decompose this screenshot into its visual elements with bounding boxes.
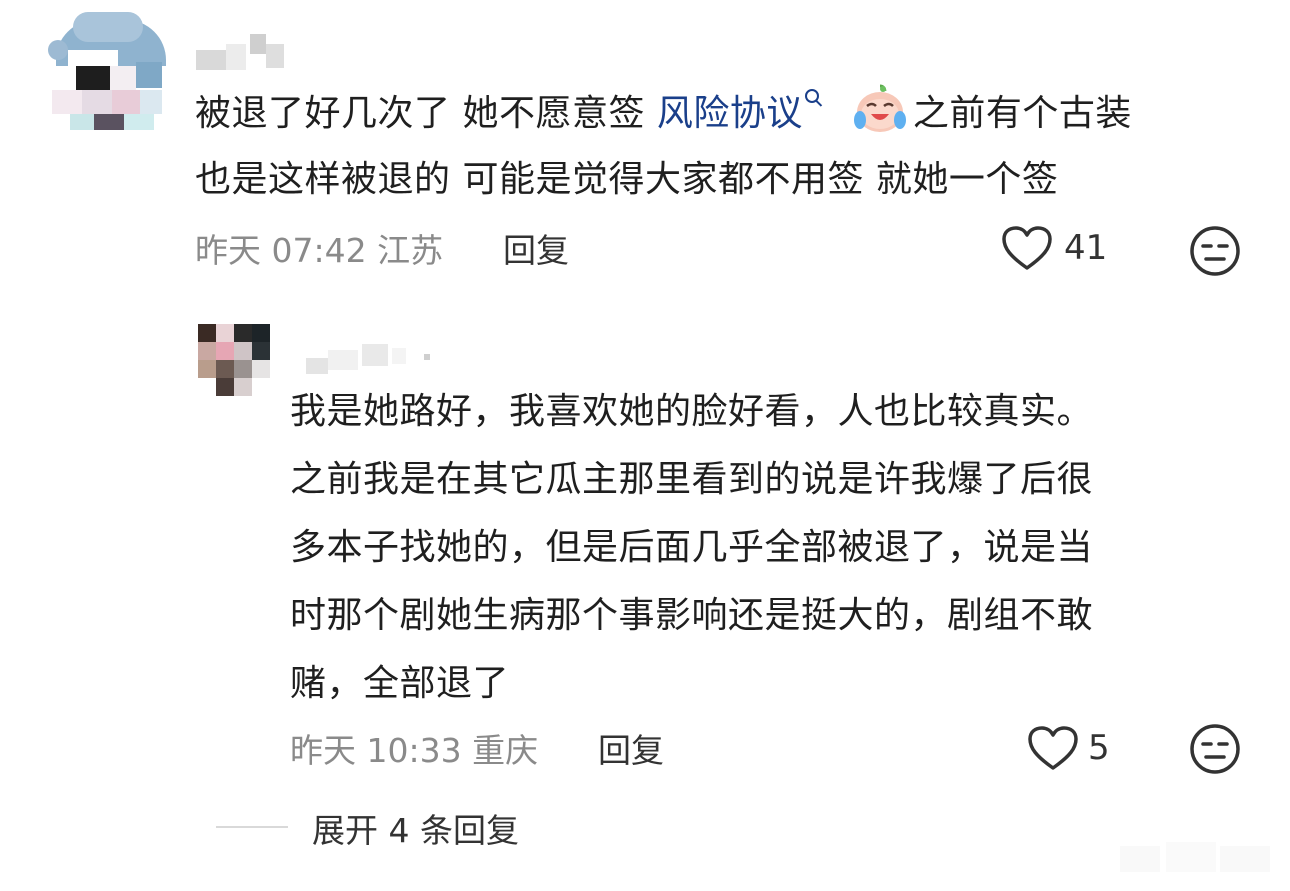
avatar[interactable] <box>198 324 270 396</box>
heart-icon <box>1028 726 1078 770</box>
risk-agreement-link[interactable]: 风险协议 <box>657 93 803 134</box>
reply: 我是她路好，我喜欢她的脸好看，人也比较真实。 之前我是在其它瓜主那里看到的说是许… <box>0 300 1290 800</box>
reply-text-line-4: 时那个剧她生病那个事影响还是挺大的，剧组不敢 <box>290 595 1094 636</box>
reply-button[interactable]: 回复 <box>598 724 664 772</box>
like-button[interactable]: 41 <box>1000 222 1120 276</box>
comment-text-line-1: 被退了好几次了 她不愿意签 风险协议 之前有个古装 <box>195 80 1132 148</box>
reply-text-line-1: 我是她路好，我喜欢她的脸好看，人也比较真实。 <box>290 391 1094 432</box>
comment-text-end: 之前有个古装 <box>912 93 1132 134</box>
comment-text-start: 被退了好几次了 她不愿意签 <box>195 93 657 134</box>
reply-text-line-2: 之前我是在其它瓜主那里看到的说是许我爆了后很 <box>290 459 1094 500</box>
heart-icon <box>1002 226 1052 270</box>
reply-button[interactable]: 回复 <box>503 224 569 272</box>
watermark <box>1120 836 1280 880</box>
reply-timestamp-location: 昨天 10:33 重庆 <box>290 731 539 770</box>
username[interactable] <box>306 340 436 376</box>
like-count: 41 <box>1064 228 1108 268</box>
expand-divider <box>216 826 288 828</box>
username[interactable] <box>196 34 296 74</box>
reply-text-line-3: 多本子找她的，但是后面几乎全部被退了，说是当 <box>290 527 1094 568</box>
like-count: 5 <box>1088 728 1110 768</box>
reply-text-line-5: 赌，全部退了 <box>290 663 510 704</box>
search-icon[interactable] <box>804 89 819 103</box>
comment-timestamp-location: 昨天 07:42 江苏 <box>195 231 444 270</box>
meh-face-icon[interactable] <box>1188 722 1242 776</box>
comment: 被退了好几次了 她不愿意签 风险协议 之前有个古装 也是这样被退的 可能是觉得大… <box>0 0 1290 300</box>
like-button[interactable]: 5 <box>1026 722 1126 776</box>
meh-face-icon[interactable] <box>1188 224 1242 278</box>
expand-replies-button[interactable]: 展开 4 条回复 <box>312 804 519 852</box>
avatar[interactable] <box>48 10 166 130</box>
comment-text-line-2: 也是这样被退的 可能是觉得大家都不用签 就她一个签 <box>195 159 1059 200</box>
crying-laughing-emoji <box>853 84 907 134</box>
